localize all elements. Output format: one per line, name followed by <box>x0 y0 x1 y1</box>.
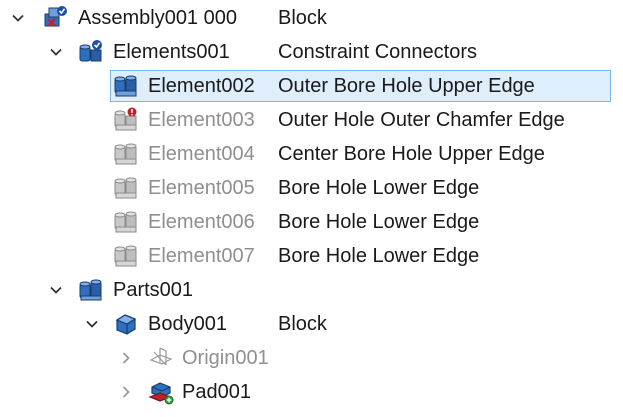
tree-row-elements[interactable]: Elements001 Constraint Connectors <box>0 37 623 71</box>
tree-row-origin[interactable]: Origin001 <box>0 343 623 377</box>
tree-item-label: Origin001 <box>182 347 269 369</box>
chevron-down-icon[interactable] <box>10 10 26 26</box>
model-tree: Assembly001 000 Block Elements001 Constr… <box>0 0 623 417</box>
chevron-down-icon[interactable] <box>84 316 100 332</box>
tree-item-label: Element006 <box>148 211 255 233</box>
tree-item-description: Center Bore Hole Upper Edge <box>278 143 545 165</box>
tree-item-label: Element007 <box>148 245 255 267</box>
chevron-right-icon[interactable] <box>118 384 134 400</box>
tree-item-label: Pad001 <box>182 381 251 403</box>
tree-item-description: Bore Hole Lower Edge <box>278 245 480 267</box>
tree-item-label: Body001 <box>148 313 227 335</box>
tree-row-element003[interactable]: Element003 Outer Hole Outer Chamfer Edge <box>0 105 623 139</box>
parts-group-icon <box>78 277 102 301</box>
tree-item-label: Parts001 <box>113 279 194 301</box>
tree-item-description: Constraint Connectors <box>278 41 477 63</box>
tree-item-description: Block <box>278 313 327 335</box>
tree-row-element002[interactable]: Element002 Outer Bore Hole Upper Edge <box>0 70 623 105</box>
element-hidden-icon <box>113 175 137 199</box>
tree-item-label: Element005 <box>148 177 255 199</box>
origin-icon <box>148 345 173 369</box>
tree-row-parts[interactable]: Parts001 <box>0 275 623 309</box>
tree-row-element005[interactable]: Element005 Bore Hole Lower Edge <box>0 173 623 207</box>
tree-item-description: Bore Hole Lower Edge <box>278 211 480 233</box>
element-error-icon <box>113 107 137 131</box>
tree-item-label: Assembly001 000 <box>78 7 237 29</box>
assembly-icon <box>42 5 67 29</box>
tree-item-label: Elements001 <box>113 41 230 63</box>
tree-item-description: Outer Bore Hole Upper Edge <box>278 75 535 97</box>
pad-icon <box>148 379 174 405</box>
tree-item-description: Block <box>278 7 327 29</box>
chevron-right-icon[interactable] <box>118 350 134 366</box>
tree-item-label: Element004 <box>148 143 255 165</box>
element-hidden-icon <box>113 141 137 165</box>
element-hidden-icon <box>113 243 137 267</box>
tree-item-description: Outer Hole Outer Chamfer Edge <box>278 109 565 131</box>
chevron-down-icon[interactable] <box>48 44 64 60</box>
chevron-down-icon[interactable] <box>48 282 64 298</box>
tree-row-pad[interactable]: Pad001 <box>0 377 623 411</box>
tree-item-label: Element002 <box>148 75 255 97</box>
tree-row-element004[interactable]: Element004 Center Bore Hole Upper Edge <box>0 139 623 173</box>
tree-row-element006[interactable]: Element006 Bore Hole Lower Edge <box>0 207 623 241</box>
tree-row-assembly[interactable]: Assembly001 000 Block <box>0 3 623 37</box>
tree-row-element007[interactable]: Element007 Bore Hole Lower Edge <box>0 241 623 275</box>
element-active-icon <box>113 73 137 97</box>
tree-item-description: Bore Hole Lower Edge <box>278 177 480 199</box>
tree-row-body[interactable]: Body001 Block <box>0 309 623 343</box>
elements-group-icon <box>78 39 102 63</box>
tree-item-label: Element003 <box>148 109 255 131</box>
element-hidden-icon <box>113 209 137 233</box>
body-icon <box>113 311 137 335</box>
